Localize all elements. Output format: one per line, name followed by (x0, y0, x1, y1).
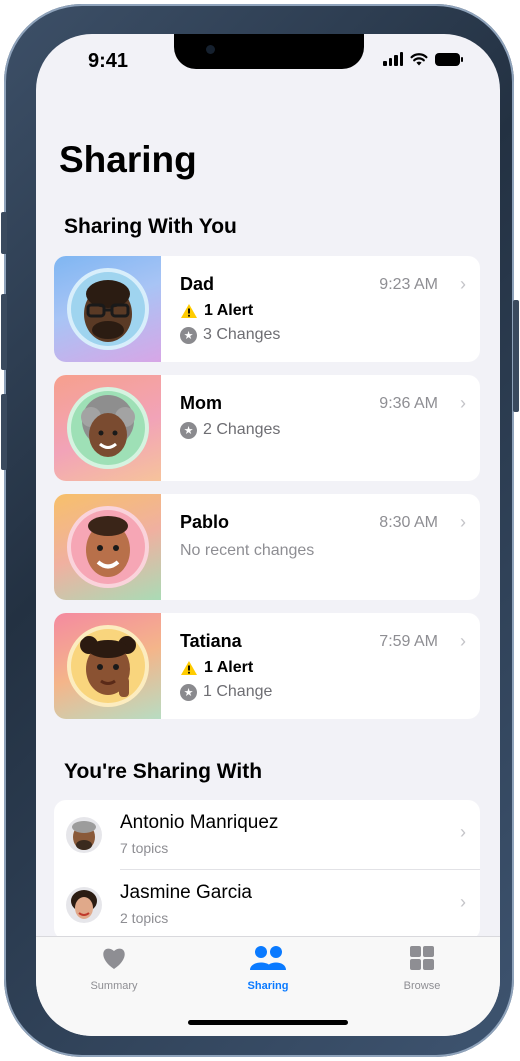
avatar-dad (71, 272, 145, 346)
people-icon (250, 946, 286, 970)
mute-switch (1, 212, 7, 254)
sharing-card-dad[interactable]: Dad 9:23 AM › 1 Alert ★ 3 Changes (54, 256, 480, 362)
avatar (66, 887, 102, 923)
person-name: Antonio Manriquez (120, 812, 279, 833)
alert-text: 1 Alert (204, 659, 254, 676)
star-badge-icon: ★ (180, 683, 197, 701)
battery-icon (435, 52, 463, 66)
alert-text: 1 Alert (204, 302, 254, 319)
update-time: 7:59 AM (379, 633, 438, 650)
home-indicator (188, 1020, 348, 1025)
volume-down-button (1, 394, 7, 470)
warning-icon (181, 661, 197, 675)
avatar-tatiana (71, 629, 145, 703)
chevron-right-icon: › (460, 822, 466, 842)
cellular-signal-icon (383, 52, 403, 66)
changes-text: 2 Changes (203, 421, 281, 438)
update-time: 9:36 AM (379, 395, 438, 412)
update-time: 9:23 AM (379, 276, 438, 293)
changes-line: ★ 1 Change (180, 683, 272, 701)
tab-browse[interactable]: Browse (362, 945, 482, 992)
status-text: No recent changes (180, 542, 315, 559)
tab-label: Sharing (247, 980, 289, 992)
grid-icon (410, 946, 434, 970)
sharing-card-mom[interactable]: Mom 9:36 AM › ★ 2 Changes (54, 375, 480, 481)
section-header-youre-sharing-with: You're Sharing With (64, 760, 263, 783)
star-badge-icon: ★ (180, 326, 197, 344)
list-row-antonio[interactable]: Antonio Manriquez 7 topics › (54, 800, 480, 870)
changes-line: ★ 3 Changes (180, 326, 280, 344)
changes-text: 1 Change (203, 683, 273, 700)
person-name: Tatiana (180, 631, 242, 651)
avatar-pablo (71, 510, 145, 584)
person-name: Dad (180, 274, 215, 294)
tab-label: Browse (403, 980, 441, 992)
person-name: Pablo (180, 512, 230, 532)
status-time: 9:41 (88, 50, 129, 72)
person-name: Jasmine Garcia (120, 882, 252, 903)
heart-icon (103, 948, 125, 969)
changes-text: 3 Changes (203, 326, 281, 343)
person-name: Mom (180, 393, 222, 413)
status-icons (383, 52, 463, 66)
tab-summary[interactable]: Summary (54, 945, 174, 992)
tab-label: Summary (90, 980, 138, 992)
avatar-mom (71, 391, 145, 465)
wifi-icon (410, 53, 428, 66)
list-row-jasmine[interactable]: Jasmine Garcia 2 topics › (54, 870, 480, 939)
notch (174, 34, 364, 69)
side-button (513, 300, 519, 412)
chevron-right-icon: › (460, 512, 466, 532)
update-time: 8:30 AM (379, 514, 438, 531)
chevron-right-icon: › (460, 393, 466, 413)
chevron-right-icon: › (460, 892, 466, 912)
alert-line: 1 Alert (180, 302, 253, 320)
volume-up-button (1, 294, 7, 370)
chevron-right-icon: › (460, 274, 466, 294)
changes-line: ★ 2 Changes (180, 421, 280, 439)
tab-sharing[interactable]: Sharing (208, 945, 328, 992)
star-badge-icon: ★ (180, 421, 197, 439)
sharing-card-pablo[interactable]: Pablo 8:30 AM › No recent changes (54, 494, 480, 600)
alert-line: 1 Alert (180, 659, 253, 677)
sharing-with-list: Antonio Manriquez 7 topics › Jasmine Gar… (54, 800, 480, 940)
avatar (66, 817, 102, 853)
screen: 9:41 Sharing Sharing With You Dad 9:23 A… (36, 34, 500, 1036)
page-title: Sharing (59, 139, 197, 180)
sharing-card-tatiana[interactable]: Tatiana 7:59 AM › 1 Alert ★ 1 Change (54, 613, 480, 719)
section-header-sharing-with-you: Sharing With You (64, 215, 237, 238)
chevron-right-icon: › (460, 631, 466, 651)
topics-count: 7 topics (120, 840, 169, 856)
warning-icon (181, 304, 197, 318)
topics-count: 2 topics (120, 910, 169, 926)
